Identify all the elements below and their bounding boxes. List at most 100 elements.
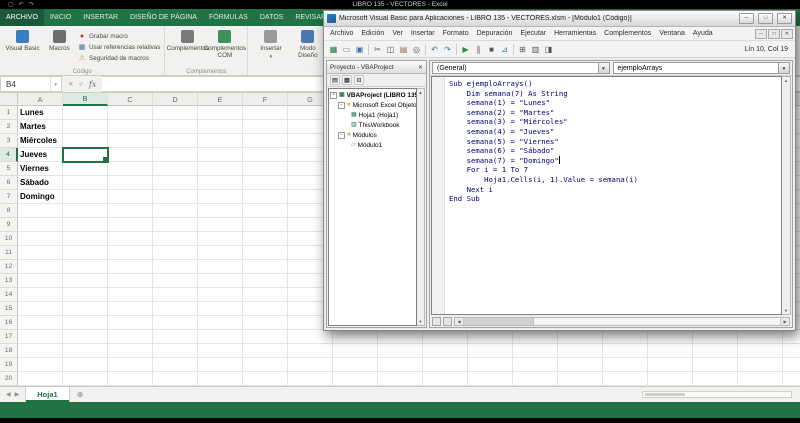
cell-k20[interactable] — [468, 372, 513, 386]
view-code-icon[interactable]: ▤ — [330, 75, 340, 85]
cell-a5[interactable]: Viernes — [18, 162, 63, 176]
cell-c5[interactable] — [108, 162, 153, 176]
break-icon[interactable]: ∥ — [472, 43, 485, 56]
tree-expander-icon[interactable]: - — [338, 101, 345, 109]
column-header-a[interactable]: A — [18, 93, 63, 106]
cell-e18[interactable] — [198, 344, 243, 358]
cell-p18[interactable] — [693, 344, 738, 358]
menu-edici-n[interactable]: Edición — [357, 30, 388, 37]
cell-a2[interactable]: Martes — [18, 120, 63, 134]
cell-b11[interactable] — [63, 246, 108, 260]
view-object-icon[interactable]: ▦ — [342, 75, 352, 85]
project-explorer-header[interactable]: Proyecto - VBAProject ✕ — [327, 61, 426, 74]
tree-expander-icon[interactable]: - — [330, 91, 337, 99]
column-header-e[interactable]: E — [198, 93, 243, 106]
row-header-4[interactable]: 4 — [0, 148, 18, 162]
cell-d3[interactable] — [153, 134, 198, 148]
cell-f15[interactable] — [243, 302, 288, 316]
code-editor[interactable]: Sub ejemploArrays() Dim semana(7) As Str… — [431, 76, 782, 315]
cell-b19[interactable] — [63, 358, 108, 372]
cell-e17[interactable] — [198, 330, 243, 344]
cell-g18[interactable] — [288, 344, 333, 358]
code-line-9[interactable]: semana(7) = "Domingo" — [449, 155, 781, 166]
cell-d9[interactable] — [153, 218, 198, 232]
cell-c8[interactable] — [108, 204, 153, 218]
cell-f17[interactable] — [243, 330, 288, 344]
scrollbar-thumb[interactable] — [464, 317, 534, 325]
code-line-12[interactable]: Next i — [449, 185, 781, 195]
cell-e10[interactable] — [198, 232, 243, 246]
cell-m19[interactable] — [558, 358, 603, 372]
row-header-20[interactable]: 20 — [0, 372, 18, 386]
column-header-c[interactable]: C — [108, 93, 153, 106]
ribbon-tab-archivo[interactable]: ARCHIVO — [0, 9, 44, 26]
mdi-minimize-button[interactable]: ─ — [755, 28, 767, 39]
object-browser-icon[interactable]: ◨ — [542, 43, 555, 56]
cell-i17[interactable] — [378, 330, 423, 344]
cell-e19[interactable] — [198, 358, 243, 372]
addins-button[interactable]: Complementos — [167, 28, 209, 52]
cell-e20[interactable] — [198, 372, 243, 386]
cell-c11[interactable] — [108, 246, 153, 260]
cell-b8[interactable] — [63, 204, 108, 218]
object-dropdown-arrow-icon[interactable]: ▼ — [597, 63, 609, 73]
cell-a1[interactable]: Lunes — [18, 106, 63, 120]
cell-m20[interactable] — [558, 372, 603, 386]
cell-d19[interactable] — [153, 358, 198, 372]
procedure-dropdown[interactable]: ejemploArrays ▼ — [612, 62, 790, 74]
code-line-6[interactable]: semana(4) = "Jueves" — [449, 127, 781, 137]
cell-c6[interactable] — [108, 176, 153, 190]
cell-j20[interactable] — [423, 372, 468, 386]
cell-a17[interactable] — [18, 330, 63, 344]
row-header-9[interactable]: 9 — [0, 218, 18, 232]
cell-l18[interactable] — [513, 344, 558, 358]
cell-j18[interactable] — [423, 344, 468, 358]
cell-e6[interactable] — [198, 176, 243, 190]
cell-f13[interactable] — [243, 274, 288, 288]
column-header-d[interactable]: D — [153, 93, 198, 106]
cell-b14[interactable] — [63, 288, 108, 302]
cell-d20[interactable] — [153, 372, 198, 386]
menu-ayuda[interactable]: Ayuda — [689, 30, 717, 37]
cell-c15[interactable] — [108, 302, 153, 316]
scroll-up-icon[interactable]: ▲ — [419, 90, 423, 95]
ribbon-button-seguridad-de-macros[interactable]: ⚠ Seguridad de macros — [78, 54, 160, 63]
copy-icon[interactable]: ◫ — [384, 43, 397, 56]
tree-item-m-dulos[interactable]: - ■ Módulos — [329, 130, 416, 140]
code-line-10[interactable]: For i = 1 To 7 — [449, 165, 781, 175]
insert-userform-icon[interactable]: ▭ — [340, 43, 353, 56]
project-explorer-icon[interactable]: ⊞ — [516, 43, 529, 56]
menu-complementos[interactable]: Complementos — [600, 30, 655, 37]
cell-e5[interactable] — [198, 162, 243, 176]
cell-a18[interactable] — [18, 344, 63, 358]
scroll-right-icon[interactable]: ▶ — [780, 317, 789, 325]
paste-icon[interactable]: ▤ — [397, 43, 410, 56]
cell-q18[interactable] — [738, 344, 783, 358]
menu-herramientas[interactable]: Herramientas — [550, 30, 600, 37]
cell-r20[interactable] — [783, 372, 800, 386]
code-line-3[interactable]: semana(1) = "Lunes" — [449, 98, 781, 108]
cell-g20[interactable] — [288, 372, 333, 386]
menu-archivo[interactable]: Archivo — [326, 30, 357, 37]
procedure-dropdown-arrow-icon[interactable]: ▼ — [778, 63, 789, 73]
cell-f14[interactable] — [243, 288, 288, 302]
reset-icon[interactable]: ■ — [485, 43, 498, 56]
cell-b13[interactable] — [63, 274, 108, 288]
mdi-restore-button[interactable]: □ — [768, 28, 780, 39]
procedure-view-button[interactable] — [432, 316, 441, 326]
name-box-dropdown-icon[interactable]: ▼ — [49, 77, 61, 91]
cell-g17[interactable] — [288, 330, 333, 344]
select-all-corner[interactable] — [0, 93, 18, 106]
code-line-1[interactable]: Sub ejemploArrays() — [449, 79, 781, 89]
cell-d4[interactable] — [153, 148, 198, 162]
code-line-5[interactable]: semana(3) = "Miércoles" — [449, 117, 781, 127]
cell-d8[interactable] — [153, 204, 198, 218]
cell-f20[interactable] — [243, 372, 288, 386]
cell-c14[interactable] — [108, 288, 153, 302]
cell-f12[interactable] — [243, 260, 288, 274]
menu-insertar[interactable]: Insertar — [407, 30, 439, 37]
code-vertical-scrollbar[interactable]: ▲ ▼ — [782, 76, 791, 315]
ribbon-button-grabar-macro[interactable]: ● Grabar macro — [78, 32, 160, 41]
tree-item-hoja1-hoja1[interactable]: ▦ Hoja1 (Hoja1) — [329, 110, 416, 120]
cell-c10[interactable] — [108, 232, 153, 246]
